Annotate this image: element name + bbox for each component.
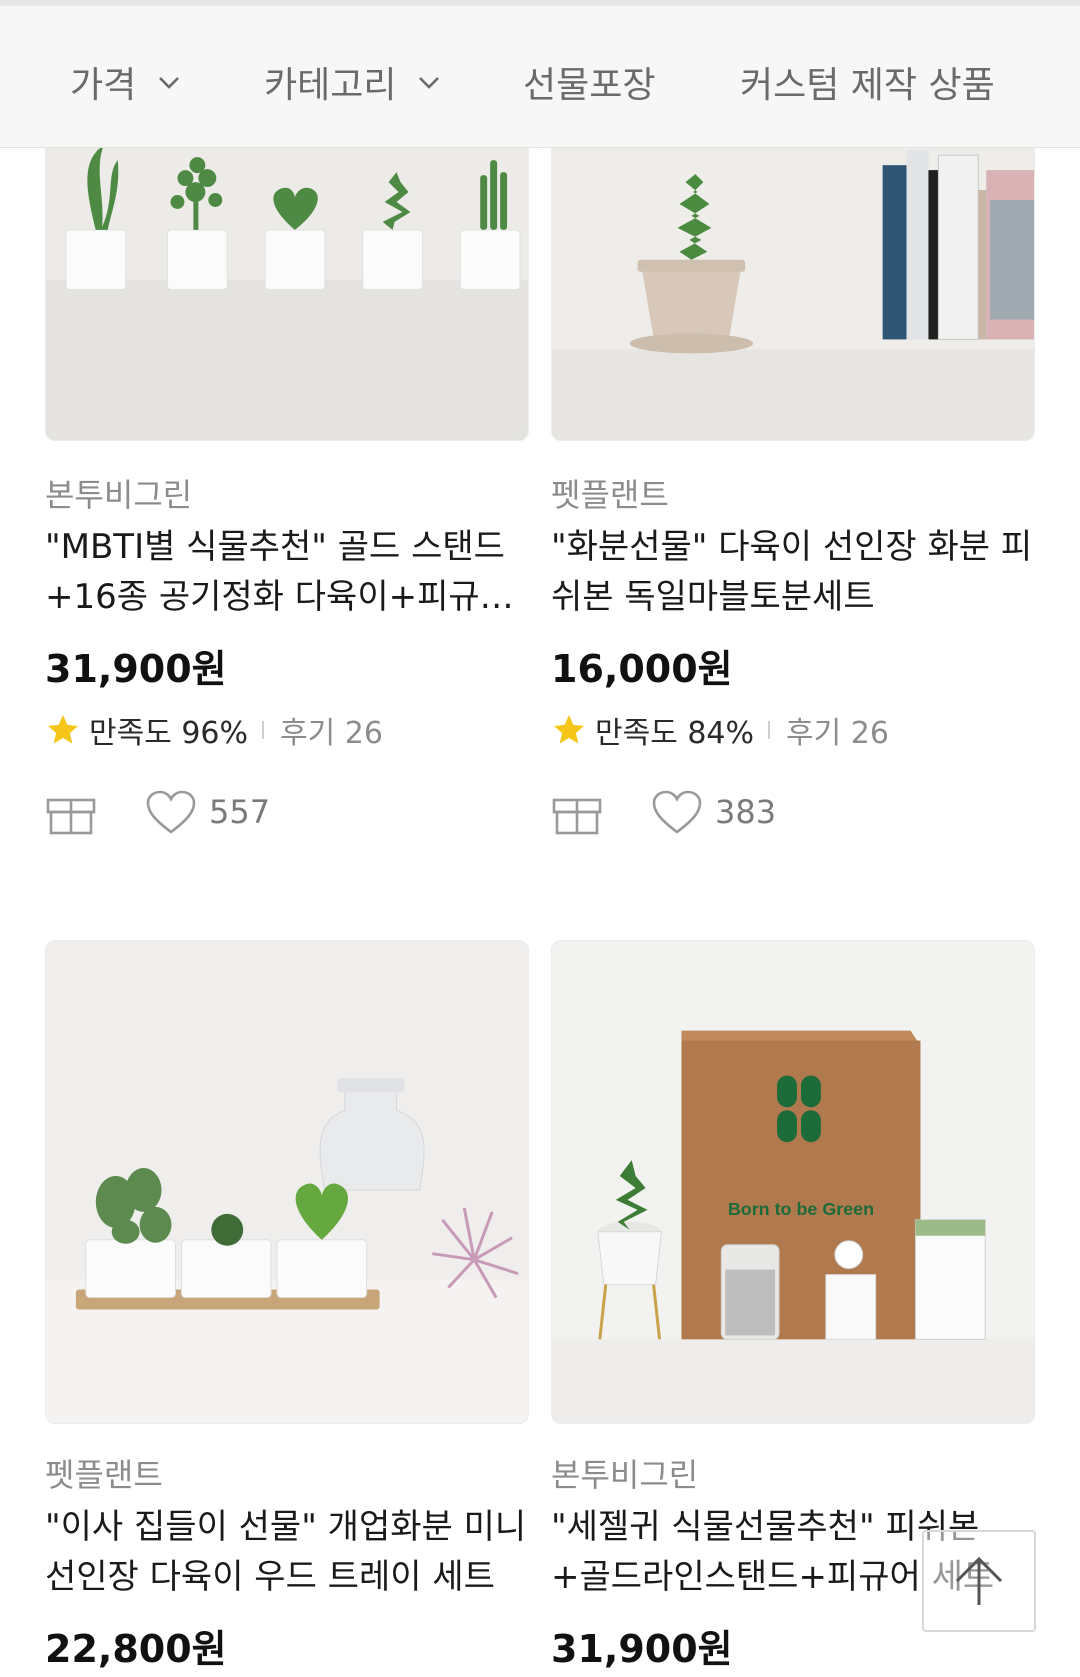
product-title[interactable]: "이사 집들이 선물" 개업화분 미니 선인장 다육이 우드 트레이 세트 <box>45 1502 529 1602</box>
arrow-up-icon <box>955 1556 1003 1605</box>
filter-custom-made[interactable]: 커스텀 제작 상품 <box>740 58 995 106</box>
filter-bar: 가격 카테고리 선물포장 커스텀 제작 상품 <box>0 0 1080 148</box>
product-price: 31,900원 <box>551 1627 733 1671</box>
review-count[interactable]: 후기 26 <box>280 708 383 752</box>
product-price: 22,800원 <box>45 1627 227 1671</box>
star-icon <box>48 715 78 744</box>
rating-row: 만족도 96% 후기 26 <box>45 708 383 752</box>
filter-category[interactable]: 카테고리 <box>264 58 444 106</box>
product-price: 31,900원 <box>45 647 227 691</box>
filter-category-label: 카테고리 <box>264 65 397 106</box>
seller-name[interactable]: 펫플랜트 <box>551 470 669 516</box>
divider <box>262 721 265 739</box>
chevron-down-icon <box>159 77 180 89</box>
filter-gift-wrap-label: 선물포장 <box>523 65 656 106</box>
action-row: 383 <box>551 788 776 836</box>
star-icon <box>554 715 584 744</box>
filter-price[interactable]: 가격 <box>70 58 184 106</box>
product-photo: Born to be Green <box>552 941 1034 1423</box>
rating-row: 만족도 84% 후기 26 <box>551 708 889 752</box>
seller-name[interactable]: 본투비그린 <box>45 470 192 516</box>
chevron-down-icon <box>419 77 440 89</box>
seller-name[interactable]: 펫플랜트 <box>45 1450 163 1496</box>
product-image[interactable] <box>45 940 529 1424</box>
filter-gift-wrap[interactable]: 선물포장 <box>523 58 655 106</box>
heart-icon[interactable] <box>651 789 703 835</box>
divider <box>768 721 771 739</box>
product-photo <box>46 941 528 1423</box>
seller-name[interactable]: 본투비그린 <box>551 1450 698 1496</box>
review-count[interactable]: 후기 26 <box>786 708 889 752</box>
filter-price-label: 가격 <box>70 65 137 106</box>
like-count: 557 <box>209 793 271 831</box>
gift-icon[interactable] <box>551 788 603 836</box>
like-count: 383 <box>715 793 777 831</box>
box-logo-text: Born to be Green <box>728 1199 874 1219</box>
scroll-to-top-button[interactable] <box>922 1530 1036 1632</box>
product-title[interactable]: "MBTI별 식물추천" 골드 스탠드+16종 공기정화 다육이+피규어 세트 <box>45 522 529 622</box>
action-row: 557 <box>45 788 270 836</box>
satisfaction-text: 만족도 96% <box>89 716 249 751</box>
product-image[interactable]: Born to be Green <box>551 940 1035 1424</box>
heart-icon[interactable] <box>145 789 197 835</box>
product-title[interactable]: "화분선물" 다육이 선인장 화분 피쉬본 독일마블토분세트 <box>551 522 1035 622</box>
filter-custom-made-label: 커스텀 제작 상품 <box>740 65 995 106</box>
gift-icon[interactable] <box>45 788 97 836</box>
product-price: 16,000원 <box>551 647 733 691</box>
satisfaction-text: 만족도 84% <box>595 716 755 751</box>
